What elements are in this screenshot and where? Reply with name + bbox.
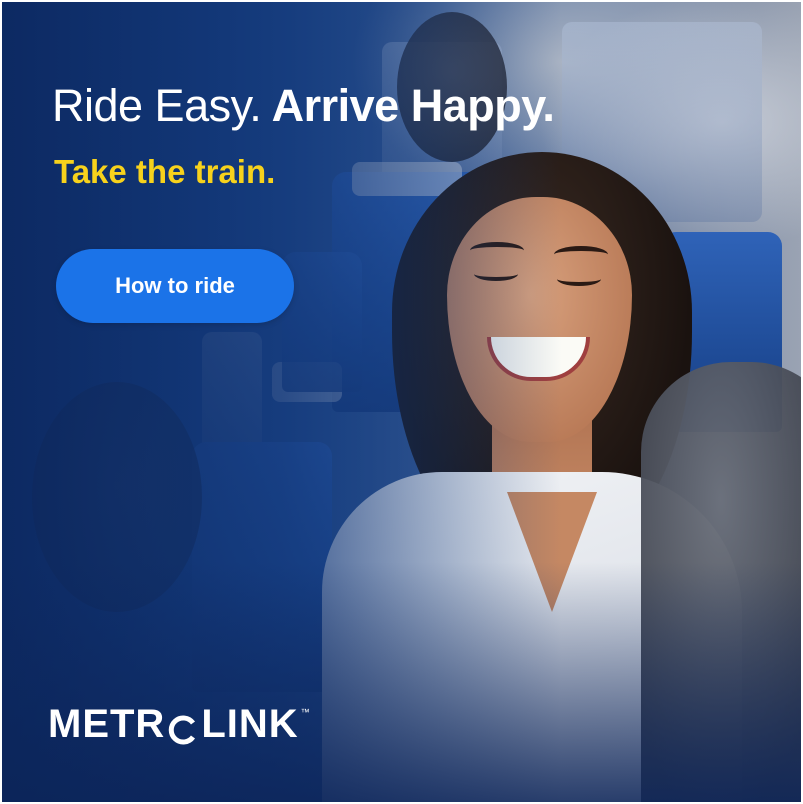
metrolink-logo: METR LINK ™ bbox=[48, 702, 311, 746]
headline: Ride Easy. Arrive Happy. bbox=[52, 80, 555, 132]
bottom-gradient-overlay bbox=[2, 562, 801, 802]
tagline: Take the train. bbox=[54, 153, 276, 190]
logo-text-end: LINK bbox=[201, 702, 299, 746]
metrolink-ad-banner[interactable]: Ride Easy. Arrive Happy. Take the train.… bbox=[2, 2, 801, 802]
how-to-ride-button[interactable]: How to ride bbox=[56, 249, 294, 323]
trademark-symbol: ™ bbox=[300, 707, 311, 717]
logo-text-start: METR bbox=[48, 702, 166, 746]
metrolink-o-mark-icon bbox=[168, 710, 198, 745]
headline-ride-easy: Ride Easy. bbox=[52, 80, 262, 131]
headline-arrive-happy: Arrive Happy. bbox=[271, 80, 555, 131]
